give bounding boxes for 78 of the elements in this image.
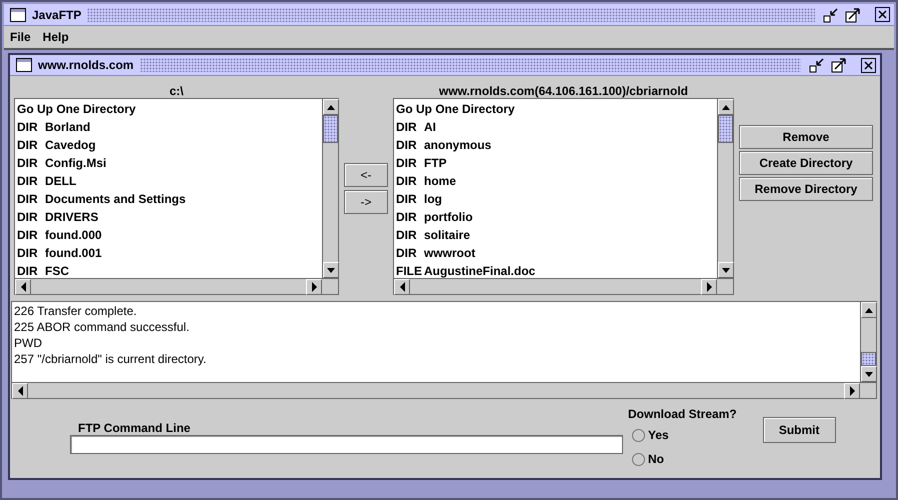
maximize-icon[interactable] <box>831 57 847 73</box>
minimize-icon[interactable] <box>809 57 825 73</box>
internal-window-title: www.rnolds.com <box>38 57 134 74</box>
scroll-arrow-button[interactable] <box>323 99 339 115</box>
list-item[interactable]: DIR Config.Msi <box>17 154 322 172</box>
window-title: JavaFTP <box>32 6 82 24</box>
log-line: PWD <box>14 335 43 351</box>
command-line-label: FTP Command Line <box>78 420 192 435</box>
scroll-arrow-button[interactable] <box>394 279 410 295</box>
menu-item[interactable]: File <box>10 28 31 46</box>
action-button[interactable]: Remove <box>739 125 873 149</box>
left-arrow-icon <box>398 282 406 292</box>
close-icon[interactable] <box>875 7 890 22</box>
up-arrow-icon <box>864 306 874 314</box>
down-arrow-icon <box>326 266 336 274</box>
list-item[interactable]: DIR Cavedog <box>17 136 322 154</box>
list-item[interactable]: DIR found.001 <box>17 244 322 262</box>
scroll-arrow-button[interactable] <box>861 302 877 318</box>
list-item[interactable]: DIR DELL <box>17 172 322 190</box>
radio-label: No <box>648 451 664 468</box>
left-arrow-icon <box>20 282 26 292</box>
up-arrow-icon <box>721 104 731 110</box>
list-item[interactable]: DIR home <box>396 172 717 190</box>
scroll-arrow-button[interactable] <box>306 279 322 295</box>
list-item[interactable]: DIR Borland <box>17 118 322 136</box>
scroll-thumb[interactable] <box>861 352 876 366</box>
down-arrow-icon <box>864 370 874 378</box>
action-button[interactable]: -> <box>344 190 388 214</box>
log-line: 225 ABOR command successful. <box>14 319 190 335</box>
action-button[interactable]: Create Directory <box>739 151 873 175</box>
list-item[interactable]: DIR log <box>396 190 717 208</box>
list-item[interactable]: DIR DRIVERS <box>17 208 322 226</box>
log-line: 226 Transfer complete. <box>14 303 138 319</box>
right-arrow-icon <box>848 386 856 396</box>
list-item[interactable]: DIR portfolio <box>396 208 717 226</box>
command-line-field[interactable] <box>70 435 623 454</box>
radio-button[interactable] <box>632 428 645 442</box>
scroll-thumb[interactable] <box>718 115 733 143</box>
scroll-thumb[interactable] <box>323 115 338 143</box>
local-path-label: c:\ <box>168 83 184 98</box>
scroll-arrow-button[interactable] <box>844 383 860 399</box>
scroll-arrow-button[interactable] <box>12 383 28 399</box>
list-item[interactable]: DIR AI <box>396 118 717 136</box>
scroll-arrow-button[interactable] <box>718 262 734 278</box>
radio-button[interactable] <box>632 452 645 466</box>
left-arrow-icon <box>16 386 24 396</box>
list-item[interactable]: DIR Documents and Settings <box>17 190 322 208</box>
remote-path-label: www.rnolds.com(64.106.161.100)/cbriarnold <box>438 83 689 98</box>
list-item[interactable]: DIR FTP <box>396 154 717 172</box>
maximize-icon[interactable] <box>845 6 861 22</box>
action-button[interactable]: <- <box>344 163 388 187</box>
log-line: 257 "/cbriarnold" is current directory. <box>14 351 208 367</box>
down-arrow-icon <box>721 266 731 274</box>
list-item[interactable]: DIR found.000 <box>17 226 322 244</box>
list-item[interactable]: DIR FSC <box>17 262 322 278</box>
download-stream-label: Download Stream? <box>628 406 737 423</box>
list-item[interactable]: Go Up One Directory <box>396 100 717 118</box>
scroll-arrow-button[interactable] <box>718 99 734 115</box>
list-item[interactable]: DIR anonymous <box>396 136 717 154</box>
menu-item[interactable]: Help <box>42 28 69 46</box>
up-arrow-icon <box>326 104 336 110</box>
list-item[interactable]: Go Up One Directory <box>17 100 322 118</box>
list-item[interactable]: FILE AugustineFinal.doc <box>396 262 717 278</box>
radio-label: Yes <box>648 427 669 444</box>
right-arrow-icon <box>310 282 318 292</box>
window-icon <box>10 8 26 22</box>
action-button[interactable]: Submit <box>762 417 836 443</box>
scroll-arrow-button[interactable] <box>323 262 339 278</box>
right-arrow-icon <box>706 282 712 292</box>
scroll-arrow-button[interactable] <box>701 279 717 295</box>
action-button[interactable]: Remove Directory <box>739 177 873 201</box>
minimize-icon[interactable] <box>823 6 839 22</box>
scroll-arrow-button[interactable] <box>15 279 31 295</box>
list-item[interactable]: DIR wwwroot <box>396 244 717 262</box>
scroll-arrow-button[interactable] <box>861 366 877 382</box>
close-icon[interactable] <box>861 58 876 72</box>
window-icon <box>16 58 32 72</box>
list-item[interactable]: DIR solitaire <box>396 226 717 244</box>
